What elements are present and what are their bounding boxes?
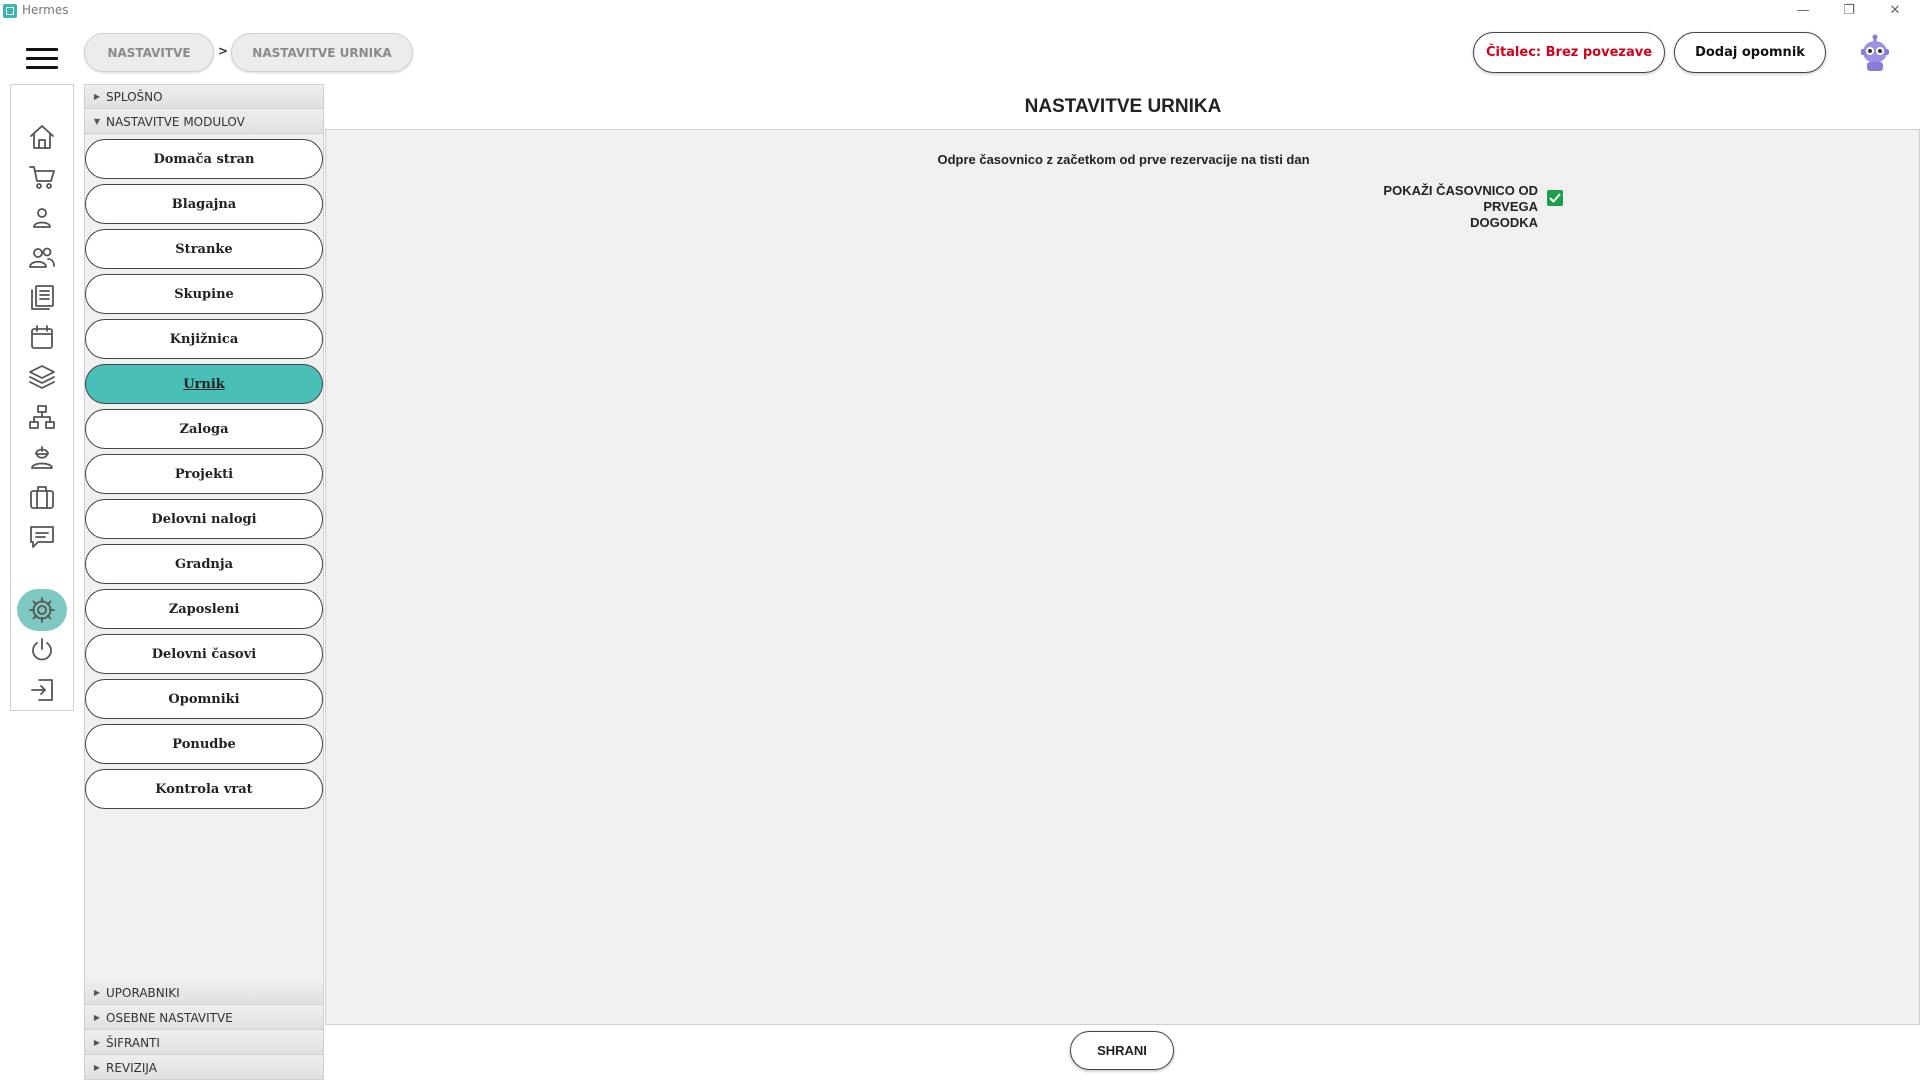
settings-panel: Odpre časovnico z začetkom od prve rezer…: [325, 129, 1920, 1025]
expand-arrow-icon: ▶: [93, 1013, 101, 1022]
save-button[interactable]: SHRANI: [1070, 1031, 1174, 1070]
expand-arrow-icon: ▶: [93, 92, 101, 101]
checkbox-label-line2: DOGODKA: [1470, 215, 1538, 230]
section-users[interactable]: ▶ UPORABNIKI: [85, 981, 323, 1005]
checkbox-label-line1: POKAŽI ČASOVNICO OD PRVEGA: [1383, 183, 1538, 214]
module-work-times[interactable]: Delovni časovi: [85, 634, 323, 674]
page-title: NASTAVITVE URNIKA: [1024, 96, 1222, 117]
checkbox-label: POKAŽI ČASOVNICO OD PRVEGA DOGODKA: [1336, 183, 1538, 231]
show-timeline-from-first-event-checkbox[interactable]: [1547, 190, 1563, 206]
breadcrumb-settings[interactable]: NASTAVITVE: [84, 33, 214, 72]
section-codebooks[interactable]: ▶ ŠIFRANTI: [85, 1031, 323, 1055]
add-reminder-button[interactable]: Dodaj opomnik: [1674, 32, 1826, 73]
section-module-settings[interactable]: ▼ NASTAVITVE MODULOV: [85, 110, 323, 134]
module-library[interactable]: Knjižnica: [85, 319, 323, 359]
avatar[interactable]: [1858, 32, 1892, 72]
person-icon[interactable]: [26, 201, 58, 233]
title-bar: Hermes — ❐ ✕: [0, 0, 1920, 22]
section-label: NASTAVITVE MODULOV: [106, 114, 245, 129]
module-reminders[interactable]: Opomniki: [85, 679, 323, 719]
module-schedule[interactable]: Urnik: [85, 364, 323, 404]
chat-icon[interactable]: [26, 521, 58, 553]
section-personal-settings[interactable]: ▶ OSEBNE NASTAVITVE: [85, 1006, 323, 1030]
module-work-orders[interactable]: Delovni nalogi: [85, 499, 323, 539]
section-general[interactable]: ▶ SPLOŠNO: [85, 85, 323, 109]
app-title: Hermes: [22, 3, 69, 17]
module-groups[interactable]: Skupine: [85, 274, 323, 314]
layers-icon[interactable]: [26, 361, 58, 393]
module-employees[interactable]: Zaposleni: [85, 589, 323, 629]
calendar-icon[interactable]: [26, 321, 58, 353]
app-logo-icon: [3, 4, 17, 18]
settings-nav: ▶ SPLOŠNO ▼ NASTAVITVE MODULOV Domača stra…: [84, 84, 324, 1080]
module-home[interactable]: Domača stran: [85, 139, 323, 179]
module-door-control[interactable]: Kontrola vrat: [85, 769, 323, 809]
briefcase-icon[interactable]: [26, 481, 58, 513]
section-label: SPLOŠNO: [106, 89, 163, 104]
module-cash-register[interactable]: Blagajna: [85, 184, 323, 224]
icon-sidebar: [10, 84, 74, 711]
section-label: UPORABNIKI: [106, 985, 180, 1000]
collapse-arrow-icon: ▼: [93, 117, 101, 126]
people-icon[interactable]: [26, 241, 58, 273]
module-offers[interactable]: Ponudbe: [85, 724, 323, 764]
module-projects[interactable]: Projekti: [85, 454, 323, 494]
documents-icon[interactable]: [26, 281, 58, 313]
section-label: OSEBNE NASTAVITVE: [106, 1010, 233, 1025]
minimize-button[interactable]: —: [1788, 2, 1818, 20]
expand-arrow-icon: ▶: [93, 1063, 101, 1072]
worker-icon[interactable]: [26, 441, 58, 473]
module-customers[interactable]: Stranke: [85, 229, 323, 269]
section-label: REVIZIJA: [106, 1060, 157, 1075]
module-construction[interactable]: Gradnja: [85, 544, 323, 584]
module-stock[interactable]: Zaloga: [85, 409, 323, 449]
hamburger-menu-icon[interactable]: [26, 48, 58, 70]
section-revision[interactable]: ▶ REVIZIJA: [85, 1056, 323, 1080]
setting-description: Odpre časovnico z začetkom od prve rezer…: [937, 152, 1310, 167]
breadcrumb-separator: >: [218, 44, 229, 58]
breadcrumb-schedule-settings[interactable]: NASTAVITVE URNIKA: [231, 33, 413, 72]
restore-button[interactable]: ❐: [1834, 2, 1864, 20]
gear-icon[interactable]: [26, 594, 58, 626]
close-button[interactable]: ✕: [1880, 2, 1910, 20]
power-icon[interactable]: [26, 634, 58, 666]
hierarchy-icon[interactable]: [26, 401, 58, 433]
expand-arrow-icon: ▶: [93, 1038, 101, 1047]
section-label: ŠIFRANTI: [106, 1035, 160, 1050]
checkmark-icon: [1549, 193, 1561, 203]
expand-arrow-icon: ▶: [93, 988, 101, 997]
cart-icon[interactable]: [26, 161, 58, 193]
reader-status-button[interactable]: Čitalec: Brez povezave: [1473, 32, 1665, 73]
home-icon[interactable]: [26, 121, 58, 153]
logout-icon[interactable]: [26, 674, 58, 706]
